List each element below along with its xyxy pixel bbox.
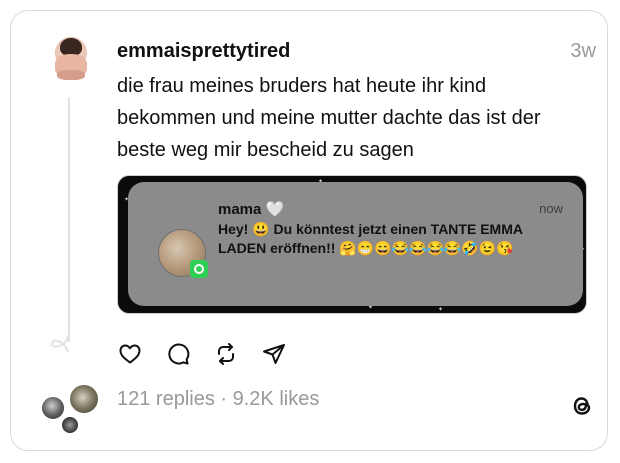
heart-icon[interactable] (117, 341, 143, 367)
share-icon[interactable] (261, 341, 287, 367)
author-username[interactable]: emmaisprettytired (117, 40, 290, 63)
threads-logo-icon[interactable] (568, 392, 596, 420)
notification-time: now (539, 201, 563, 216)
post-timestamp: 3w (570, 40, 596, 62)
notification-message: Hey! 😃 Du könntest jetzt einen TANTE EMM… (218, 221, 523, 256)
comment-icon[interactable] (165, 341, 191, 367)
thread-loop-icon (50, 334, 69, 353)
thread-line (68, 97, 70, 342)
post-text: die frau meines bruders hat heute ihr ki… (117, 75, 541, 161)
whatsapp-icon (190, 260, 208, 278)
notification-sender: mama 🤍 (218, 201, 285, 218)
replier-avatar (68, 383, 100, 415)
post-actions (117, 341, 287, 367)
post-stats[interactable]: 121 replies · 9.2K likes (117, 388, 319, 411)
replier-avatars[interactable] (40, 383, 100, 435)
repost-icon[interactable] (213, 341, 239, 367)
author-avatar[interactable] (47, 36, 95, 84)
post-image[interactable]: ✦ ✦ ✦ ✦ ✦ ✦ mama 🤍 now Hey! 😃 Du könntes… (117, 175, 587, 314)
replier-avatar (60, 415, 80, 435)
notification-banner: mama 🤍 now Hey! 😃 Du könntest jetzt eine… (128, 182, 583, 306)
